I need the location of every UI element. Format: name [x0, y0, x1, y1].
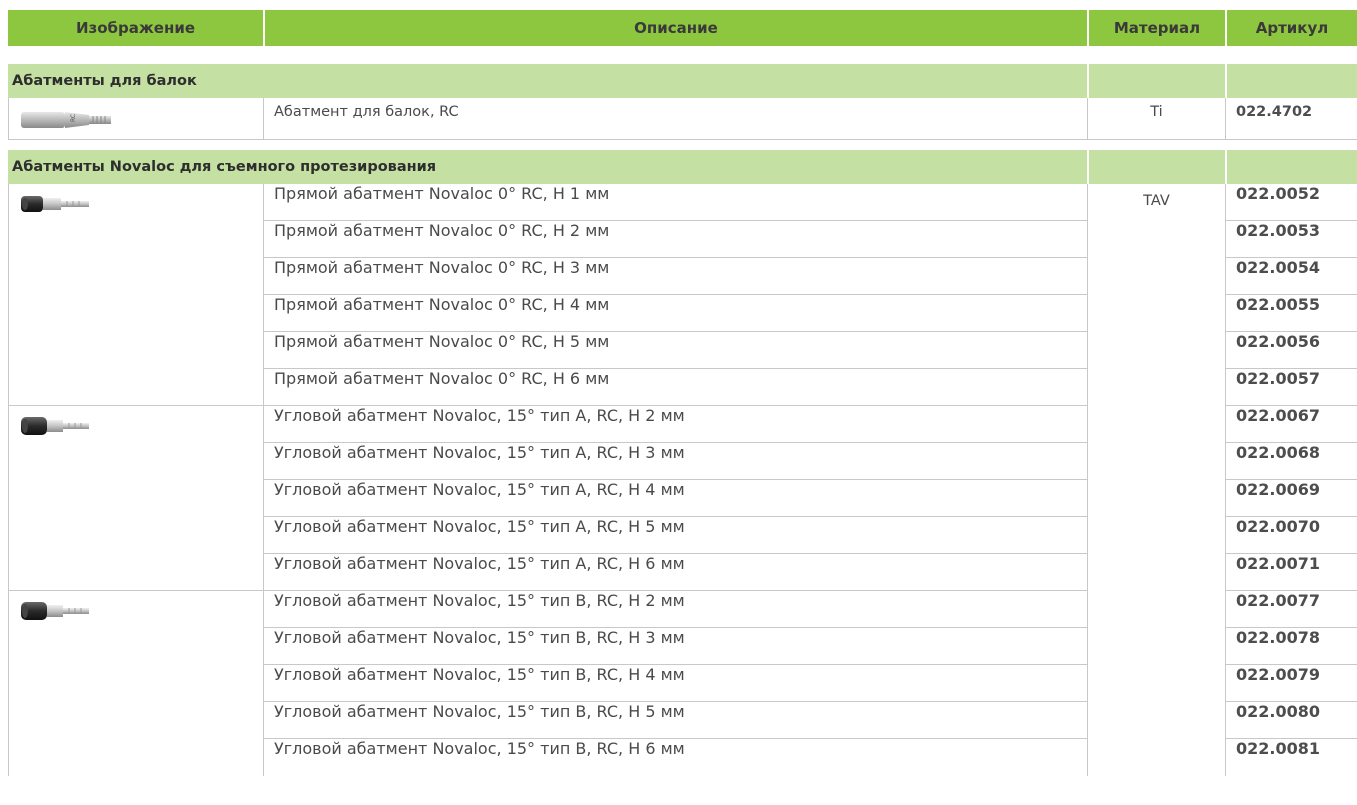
bar-abutment-icon: RC	[21, 111, 111, 128]
section-header-bar-abutments: Абатменты для балок	[8, 64, 1357, 98]
description-cell: Угловой абатмент Novaloc, 15° тип A, RC,…	[263, 554, 1087, 591]
article-cell: 022.0055	[1225, 295, 1357, 332]
column-header-description: Описание	[263, 10, 1087, 46]
image-cell	[8, 591, 263, 776]
article-cell: 022.0057	[1225, 369, 1357, 406]
table-row: RC Абатмент для балок, RC Ti 022.4702	[8, 98, 1357, 140]
novaloc-rows: TAV Прямой абатмент Novaloc 0° RC, H 1 м…	[8, 184, 1357, 776]
article-cell: 022.0068	[1225, 443, 1357, 480]
material-cell: TAV	[1087, 184, 1225, 776]
image-cell	[8, 406, 263, 591]
description-cell: Абатмент для балок, RC	[263, 98, 1087, 140]
description-cell: Угловой абатмент Novaloc, 15° тип B, RC,…	[263, 628, 1087, 665]
description-cell: Прямой абатмент Novaloc 0° RC, H 3 мм	[263, 258, 1087, 295]
description-cell: Угловой абатмент Novaloc, 15° тип B, RC,…	[263, 665, 1087, 702]
bar-abutment-label: RC	[70, 113, 77, 121]
section-title: Абатменты для балок	[12, 73, 197, 89]
article-cell: 022.0079	[1225, 665, 1357, 702]
article-cell: 022.0081	[1225, 739, 1357, 776]
column-header-article: Артикул	[1225, 10, 1357, 46]
description-cell: Прямой абатмент Novaloc 0° RC, H 1 мм	[263, 184, 1087, 221]
description-cell: Угловой абатмент Novaloc, 15° тип A, RC,…	[263, 443, 1087, 480]
description-cell: Угловой абатмент Novaloc, 15° тип A, RC,…	[263, 480, 1087, 517]
description-cell: Прямой абатмент Novaloc 0° RC, H 2 мм	[263, 221, 1087, 258]
article-cell: 022.0071	[1225, 554, 1357, 591]
article-cell: 022.0052	[1225, 184, 1357, 221]
article-cell: 022.0080	[1225, 702, 1357, 739]
description-cell: Прямой абатмент Novaloc 0° RC, H 4 мм	[263, 295, 1087, 332]
article-cell: 022.0056	[1225, 332, 1357, 369]
description-cell: Угловой абатмент Novaloc, 15° тип B, RC,…	[263, 702, 1087, 739]
image-cell	[8, 184, 263, 406]
novaloc-straight-abutment-icon	[21, 196, 89, 212]
product-table: Изображение Описание Материал Артикул Аб…	[8, 10, 1357, 776]
novaloc-angled-type-b-abutment-icon	[21, 602, 89, 620]
article-cell: 022.0078	[1225, 628, 1357, 665]
material-cell: Ti	[1087, 98, 1225, 140]
description-cell: Прямой абатмент Novaloc 0° RC, H 6 мм	[263, 369, 1087, 406]
description-cell: Прямой абатмент Novaloc 0° RC, H 5 мм	[263, 332, 1087, 369]
article-cell: 022.0054	[1225, 258, 1357, 295]
article-cell: 022.0053	[1225, 221, 1357, 258]
description-cell: Угловой абатмент Novaloc, 15° тип A, RC,…	[263, 517, 1087, 554]
table-header: Изображение Описание Материал Артикул	[8, 10, 1357, 46]
section-title: Абатменты Novaloc для съемного протезиро…	[12, 159, 437, 175]
column-header-image: Изображение	[75, 19, 196, 37]
description-cell: Угловой абатмент Novaloc, 15° тип B, RC,…	[263, 739, 1087, 776]
section-header-novaloc-abutments: Абатменты Novaloc для съемного протезиро…	[8, 150, 1357, 184]
description-cell: Угловой абатмент Novaloc, 15° тип A, RC,…	[263, 406, 1087, 443]
article-cell: 022.4702	[1225, 98, 1357, 140]
image-cell: RC	[8, 98, 263, 140]
article-cell: 022.0077	[1225, 591, 1357, 628]
article-cell: 022.0070	[1225, 517, 1357, 554]
article-cell: 022.0069	[1225, 480, 1357, 517]
article-cell: 022.0067	[1225, 406, 1357, 443]
description-cell: Угловой абатмент Novaloc, 15° тип B, RC,…	[263, 591, 1087, 628]
novaloc-angled-type-a-abutment-icon	[21, 417, 89, 435]
column-header-material: Материал	[1087, 10, 1225, 46]
